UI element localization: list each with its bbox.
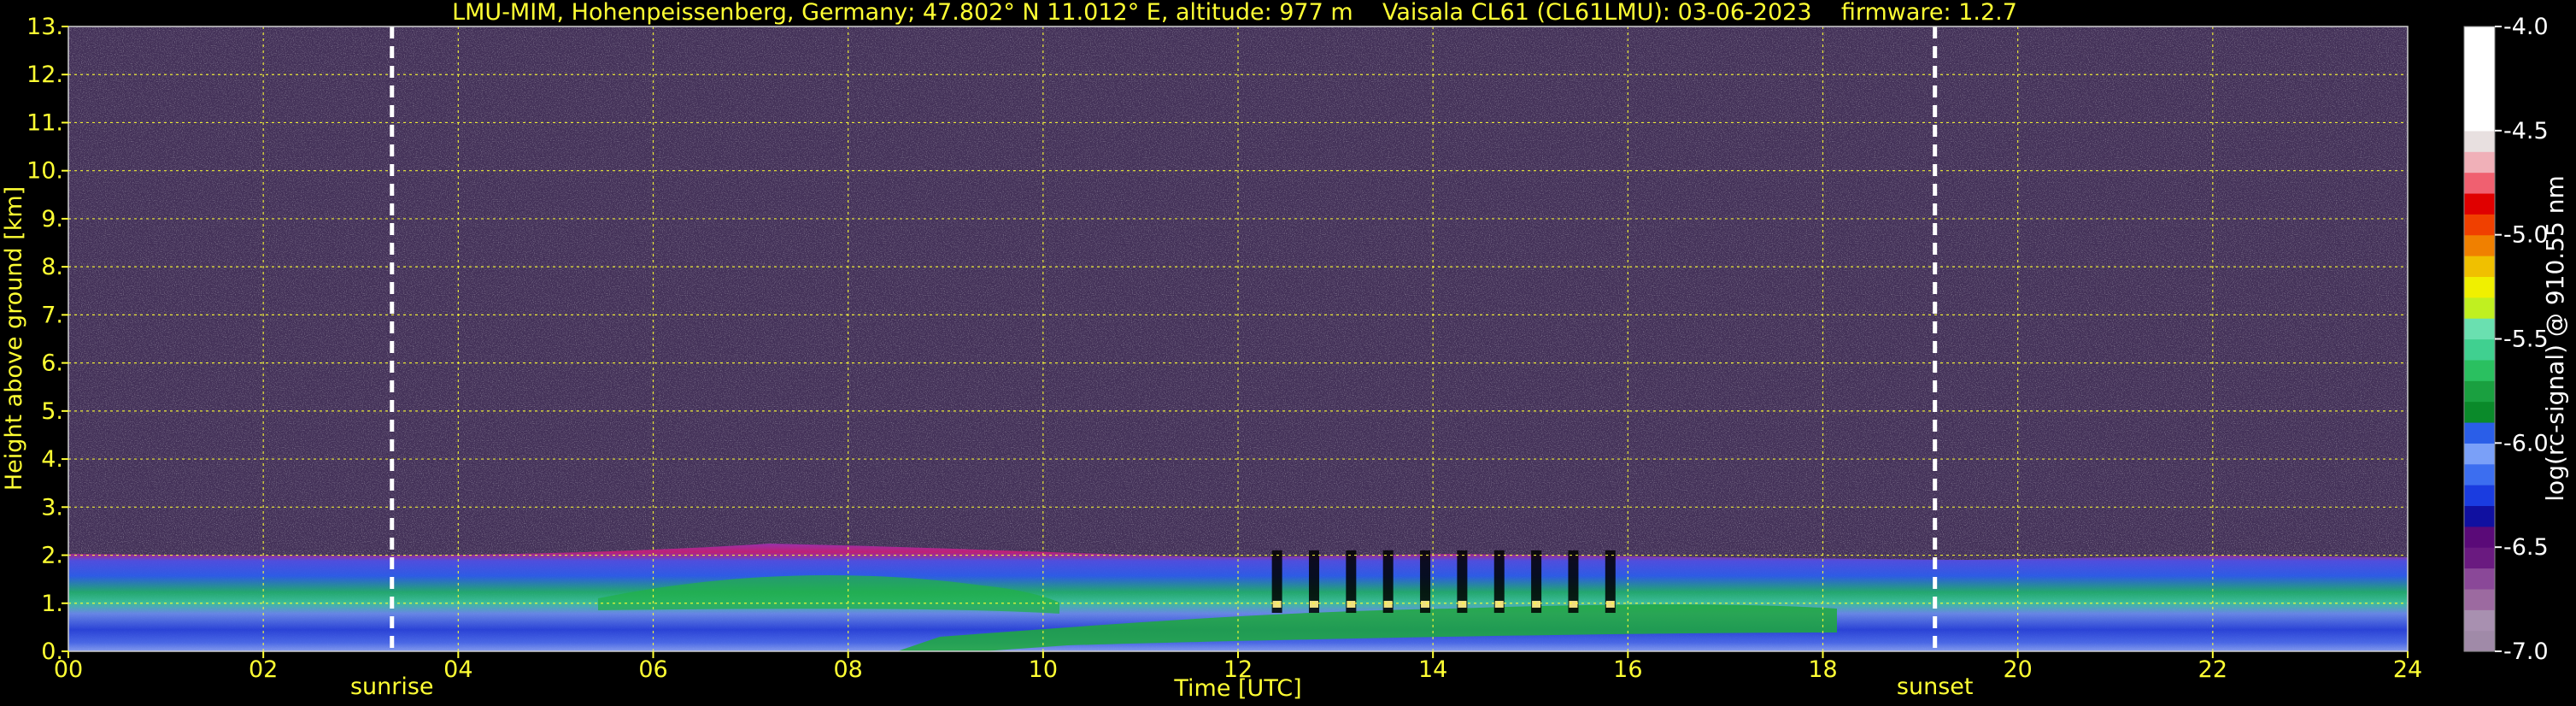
- colorbar: -7.0-6.5-6.0-5.5-5.0-4.5-4.0: [2463, 14, 2549, 665]
- y-axis: 0. 1. 2. 3. 4. 5. 6. 7. 8. 9. 10. 11. 12. 13.: [26, 14, 68, 665]
- y-tick-label: 12.: [26, 62, 63, 88]
- y-tick-label: 10.: [26, 158, 63, 185]
- colorbar-segment: [2464, 109, 2495, 132]
- colorbar-segment: [2464, 380, 2495, 403]
- colorbar-segment: [2464, 89, 2495, 111]
- colorbar-segment: [2464, 609, 2495, 632]
- x-tick-label: 16: [1613, 656, 1642, 683]
- cloud-base-mark: [1569, 600, 1578, 608]
- cloud-base-mark: [1458, 600, 1467, 608]
- colorbar-segment: [2464, 338, 2495, 361]
- colorbar-segment: [2464, 130, 2495, 152]
- colorbar-segment: [2464, 47, 2495, 69]
- cloud-base-mark: [1421, 600, 1430, 608]
- cloud-base-mark: [1272, 600, 1282, 608]
- x-tick-label: 04: [443, 656, 472, 683]
- y-tick-label: 1.: [41, 591, 63, 617]
- colorbar-segment: [2464, 151, 2495, 174]
- y-tick-label: 2.: [41, 543, 63, 569]
- y-tick-label: 9.: [41, 206, 63, 232]
- x-tick-label: 14: [1418, 656, 1447, 683]
- colorbar-segment: [2464, 359, 2495, 381]
- y-axis-label: Height above ground [km]: [1, 186, 27, 491]
- colorbar-tick-label: -4.0: [2503, 14, 2549, 40]
- colorbar-segment: [2464, 630, 2495, 652]
- y-tick-label: 11.: [26, 109, 63, 136]
- colorbar-segment: [2464, 463, 2495, 485]
- cloud-base-mark: [1532, 600, 1541, 608]
- colorbar-segment: [2464, 401, 2495, 423]
- chart-canvas: LMU-MIM, Hohenpeissenberg, Germany; 47.8…: [1, 0, 2569, 702]
- x-tick-label: 20: [2003, 656, 2032, 683]
- colorbar-segment: [2464, 505, 2495, 527]
- colorbar-segment: [2464, 568, 2495, 590]
- cloud-base-mark: [1383, 600, 1393, 608]
- x-tick-label: 06: [638, 656, 667, 683]
- x-tick-label: 08: [833, 656, 862, 683]
- chart-title: LMU-MIM, Hohenpeissenberg, Germany; 47.8…: [452, 0, 2017, 26]
- colorbar-segment: [2464, 297, 2495, 319]
- y-tick-label: 13.: [26, 14, 63, 40]
- colorbar-segment: [2464, 172, 2495, 194]
- colorbar-label: log(rc-signal) @ 910.55 nm: [2541, 175, 2569, 501]
- x-tick-label: 02: [249, 656, 278, 683]
- y-tick-label: 4.: [41, 446, 63, 473]
- colorbar-segment: [2464, 421, 2495, 444]
- colorbar-segment: [2464, 588, 2495, 610]
- colorbar-segment: [2464, 526, 2495, 548]
- colorbar-segment: [2464, 214, 2495, 236]
- colorbar-segment: [2464, 318, 2495, 340]
- y-tick-label: 3.: [41, 494, 63, 521]
- x-tick-label: 22: [2198, 656, 2227, 683]
- colorbar-tick-label: -6.5: [2503, 534, 2549, 561]
- cloud-base-mark: [1309, 600, 1318, 608]
- colorbar-segment: [2464, 68, 2495, 90]
- y-tick-label: 7.: [41, 302, 63, 328]
- y-tick-label: 6.: [41, 350, 63, 377]
- y-tick-label: 0.: [41, 638, 63, 665]
- x-tick-label: 18: [1808, 656, 1837, 683]
- colorbar-segment: [2464, 547, 2495, 569]
- colorbar-tick-label: -7.0: [2503, 638, 2549, 665]
- x-tick-label: 24: [2393, 656, 2422, 683]
- sunset-label: sunset: [1897, 674, 1974, 700]
- cloud-base-mark: [1494, 600, 1504, 608]
- colorbar-segment: [2464, 443, 2495, 465]
- colorbar-segment: [2464, 192, 2495, 215]
- sunrise-label: sunrise: [350, 674, 434, 700]
- colorbar-segment: [2464, 26, 2495, 48]
- colorbar-tick-label: -4.5: [2503, 118, 2549, 144]
- colorbar-segment: [2464, 234, 2495, 256]
- cloud-base-mark: [1347, 600, 1356, 608]
- cloud-base-mark: [1605, 600, 1615, 608]
- colorbar-segment: [2464, 276, 2495, 298]
- y-tick-label: 8.: [41, 254, 63, 280]
- y-tick-label: 5.: [41, 398, 63, 425]
- x-tick-label: 10: [1029, 656, 1058, 683]
- x-axis-label: Time [UTC]: [1173, 675, 1301, 702]
- colorbar-segment: [2464, 256, 2495, 277]
- colorbar-segment: [2464, 485, 2495, 507]
